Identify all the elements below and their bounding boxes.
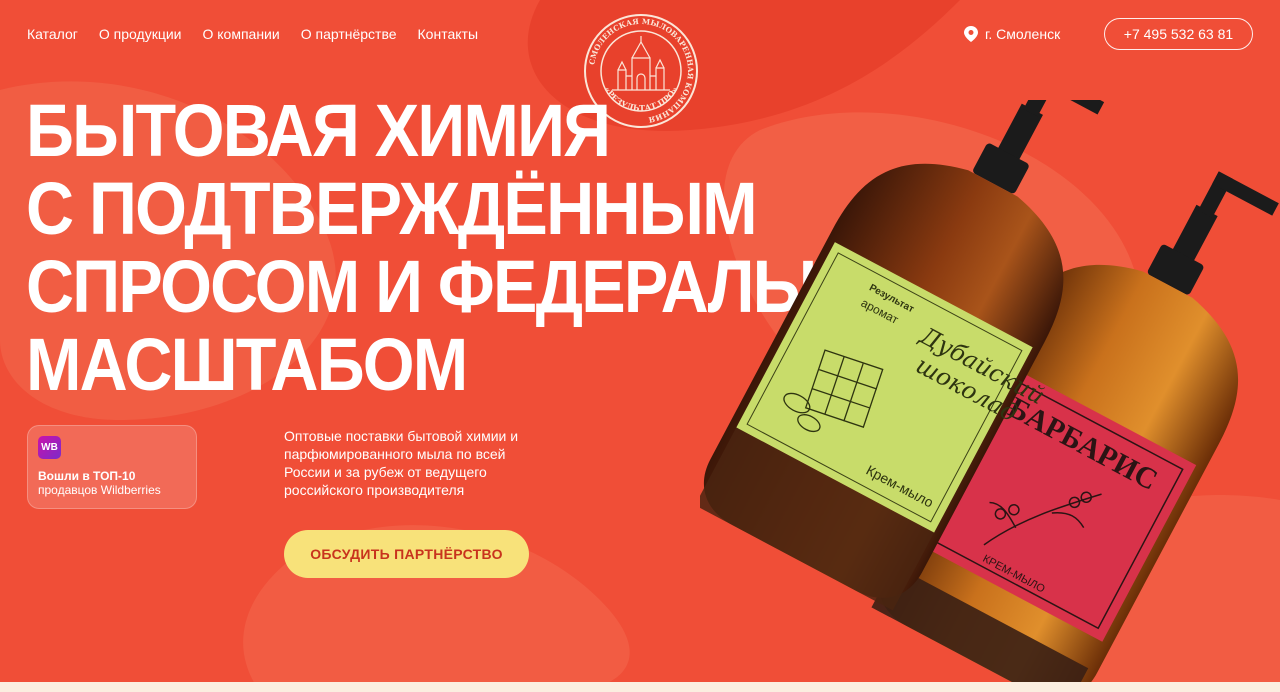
wb-card-title: Вошли в ТОП-10 bbox=[38, 469, 136, 483]
city-name: г. Смоленск bbox=[985, 26, 1061, 42]
main-nav: Каталог О продукции О компании О партнёр… bbox=[27, 25, 478, 43]
hero-title: Бытовая химия с подтверждённым спросом и… bbox=[26, 89, 964, 406]
phone-button[interactable]: +7 495 532 63 81 bbox=[1104, 18, 1253, 50]
product-bottles-image: БАРБАРИС КРЕМ-МЫЛО Результат аромат Дуба… bbox=[700, 100, 1279, 682]
hero-title-line: с подтверждённым bbox=[26, 167, 758, 250]
hero-description: Оптовые поставки бытовой химии и парфюми… bbox=[284, 428, 519, 498]
wildberries-icon: WB bbox=[38, 436, 61, 459]
wb-card-subtitle: продавцов Wildberries bbox=[38, 483, 161, 497]
nav-item-catalog[interactable]: Каталог bbox=[27, 25, 78, 43]
discuss-partnership-button[interactable]: ОБСУДИТЬ ПАРТНЁРСТВО bbox=[284, 530, 529, 578]
wildberries-card: WB Вошли в ТОП-10 продавцов Wildberries bbox=[27, 425, 197, 509]
location-pin-icon bbox=[964, 26, 978, 42]
nav-item-products[interactable]: О продукции bbox=[99, 25, 182, 43]
nav-item-contacts[interactable]: Контакты bbox=[418, 25, 478, 43]
nav-item-company[interactable]: О компании bbox=[202, 25, 279, 43]
city-selector[interactable]: г. Смоленск bbox=[964, 25, 1060, 43]
hero-title-line: масштабом bbox=[26, 323, 468, 406]
bottom-strip bbox=[0, 682, 1280, 692]
hero-title-line: спросом и федеральным bbox=[26, 245, 964, 328]
hero-title-line: Бытовая химия bbox=[26, 89, 611, 172]
nav-item-partnership[interactable]: О партнёрстве bbox=[301, 25, 397, 43]
